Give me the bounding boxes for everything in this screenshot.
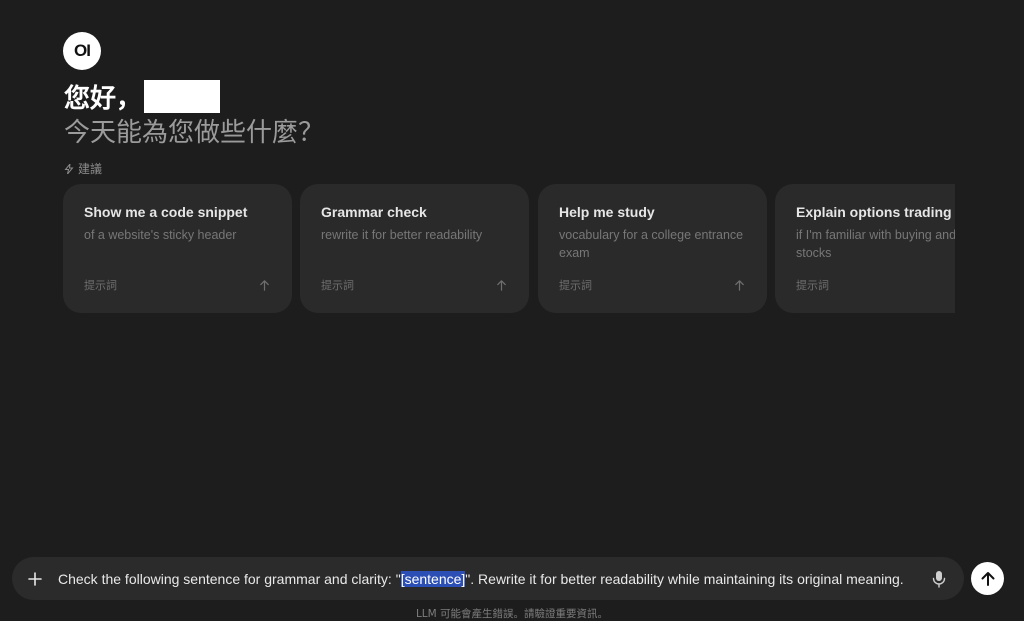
suggestion-card[interactable]: Explain options trading if I'm familiar … <box>775 184 955 313</box>
card-description: rewrite it for better readability <box>321 228 483 242</box>
message-input[interactable]: Check the following sentence for grammar… <box>58 570 914 587</box>
card-footer: 提示詞 <box>559 277 746 293</box>
card-title: Explain options trading <box>796 204 952 220</box>
greeting-heading: 您好， <box>64 78 221 115</box>
disclaimer-text: LLM 可能會產生錯誤。請驗證重要資訊。 <box>415 608 609 620</box>
suggestions-label-text: 建議 <box>78 162 103 176</box>
card-description: vocabulary for a college entrance exam <box>559 228 744 260</box>
app-logo: OI <box>63 32 101 70</box>
add-attachment-button[interactable] <box>12 557 58 600</box>
card-description: of a website's sticky header <box>84 228 237 242</box>
card-footer: 提示詞 <box>796 277 955 293</box>
card-title: Show me a code snippet <box>84 204 248 220</box>
arrow-up-icon <box>497 279 506 291</box>
send-arrow-icon <box>981 571 994 586</box>
card-description: if I'm familiar with buying and selling … <box>796 228 955 260</box>
suggestion-cards: Show me a code snippet of a website's st… <box>63 184 955 314</box>
greeting-subtitle: 今天能為您做些什麼？ <box>64 118 325 148</box>
lightning-icon <box>64 163 74 174</box>
app-window: OI 您好， 今天能為您做些什麼？ 建議 Show me a code snip… <box>0 0 1024 621</box>
card-footer-label: 提示詞 <box>796 279 829 292</box>
greeting-hello: 您好， <box>64 84 143 114</box>
send-button[interactable] <box>971 562 1004 595</box>
card-footer-label: 提示詞 <box>321 279 354 292</box>
prompt-placeholder-highlight: [sentence] <box>400 570 466 587</box>
suggestion-card[interactable]: Grammar check rewrite it for better read… <box>300 184 529 313</box>
card-footer: 提示詞 <box>84 277 271 293</box>
user-name-redacted <box>144 80 221 113</box>
arrow-up-icon <box>735 279 744 291</box>
plus-icon <box>28 571 42 586</box>
arrow-up-icon <box>260 279 269 291</box>
message-composer: Check the following sentence for grammar… <box>12 557 964 600</box>
suggestion-card[interactable]: Show me a code snippet of a website's st… <box>63 184 292 313</box>
prompt-text-after: ". Rewrite it for better readability whi… <box>465 570 904 587</box>
card-title: Grammar check <box>321 204 427 220</box>
microphone-icon <box>932 570 946 588</box>
card-footer: 提示詞 <box>321 277 508 293</box>
suggestion-card[interactable]: Help me study vocabulary for a college e… <box>538 184 767 313</box>
prompt-text-before: Check the following sentence for grammar… <box>58 570 401 587</box>
card-footer-label: 提示詞 <box>84 279 117 292</box>
card-title: Help me study <box>559 204 655 220</box>
card-footer-label: 提示詞 <box>559 279 592 292</box>
voice-input-button[interactable] <box>914 557 964 600</box>
suggestions-label: 建議 <box>64 160 102 177</box>
logo-text: OI <box>74 41 91 60</box>
